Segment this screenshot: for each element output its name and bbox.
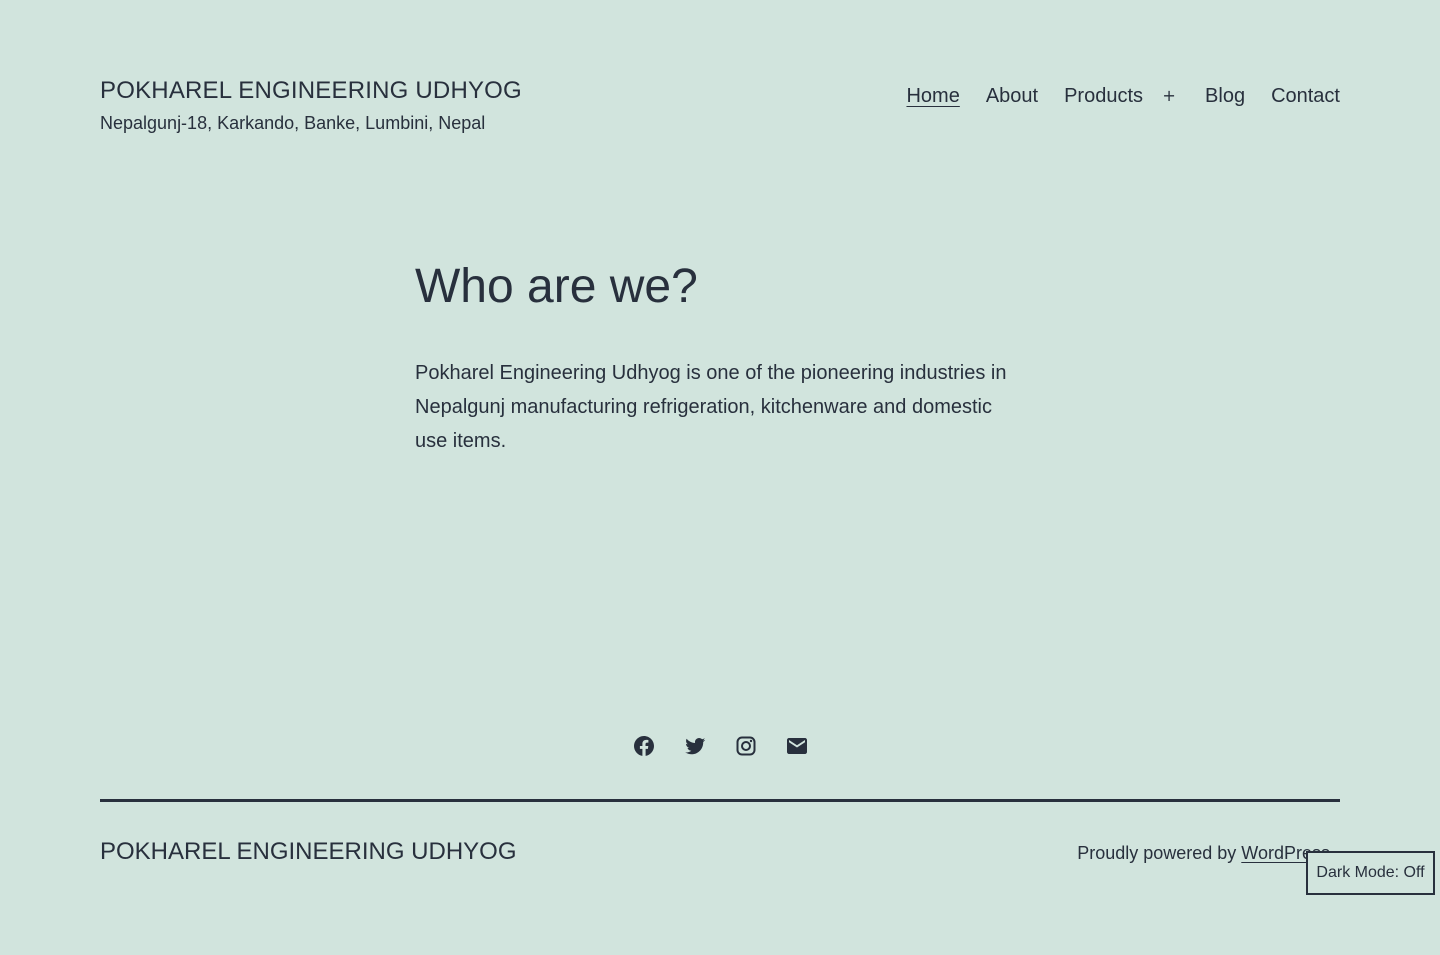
facebook-link[interactable] <box>632 733 656 759</box>
main-content: Who are we? Pokharel Engineering Udhyog … <box>415 258 1025 458</box>
twitter-link[interactable] <box>683 733 707 759</box>
footer-divider <box>100 799 1340 802</box>
nav-item-blog[interactable]: Blog <box>1205 82 1245 110</box>
primary-navigation: Home About Products + Blog Contact <box>880 82 1340 110</box>
intro-paragraph: Pokharel Engineering Udhyog is one of th… <box>415 362 1007 452</box>
site-description: Nepalgunj-18, Karkando, Banke, Lumbini, … <box>100 113 486 133</box>
instagram-icon <box>736 736 755 756</box>
social-links-menu <box>0 733 1440 759</box>
mail-icon <box>786 738 807 754</box>
powered-by-text: Proudly powered by WordPress. <box>1077 841 1335 865</box>
site-branding: POKHAREL ENGINEERING UDHYOG Nepalgunj-18… <box>100 76 522 135</box>
nav-item-contact[interactable]: Contact <box>1271 82 1340 110</box>
twitter-icon <box>684 738 705 755</box>
dark-mode-toggle-button[interactable]: Dark Mode: Off <box>1306 851 1435 895</box>
nav-item-about[interactable]: About <box>986 82 1038 110</box>
nav-item-home[interactable]: Home <box>906 82 959 110</box>
mail-link[interactable] <box>785 733 809 759</box>
products-submenu-toggle-button[interactable]: + <box>1157 82 1181 110</box>
site-header: POKHAREL ENGINEERING UDHYOG Nepalgunj-18… <box>100 76 1340 146</box>
footer-site-title-link[interactable]: POKHAREL ENGINEERING UDHYOG <box>100 837 517 867</box>
facebook-icon <box>633 736 654 756</box>
powered-by-prefix: Proudly powered by <box>1077 843 1242 863</box>
page-title: Who are we? <box>415 260 698 313</box>
nav-item-products[interactable]: Products <box>1064 82 1143 110</box>
site-title-link[interactable]: POKHAREL ENGINEERING UDHYOG <box>100 76 522 106</box>
instagram-link[interactable] <box>734 733 758 759</box>
